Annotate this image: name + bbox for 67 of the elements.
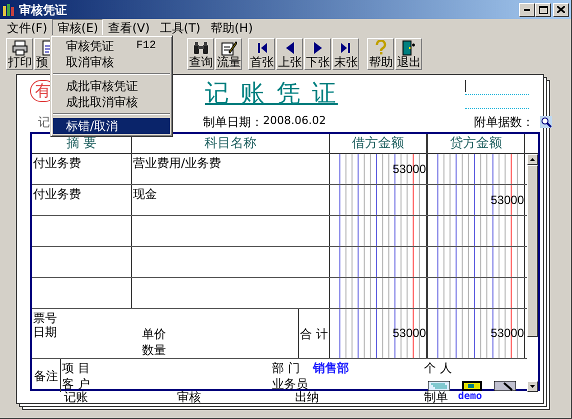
maker-name: demo [458, 391, 482, 403]
signature-label: 审核 [177, 391, 202, 403]
toolbar-button[interactable]: 下张 [304, 38, 331, 70]
toolbar-button[interactable]: 上张 [276, 38, 303, 70]
customer-label: 客 户 [61, 376, 91, 391]
summary-cell: 付业务费 [33, 156, 81, 170]
minimize-icon [524, 8, 530, 10]
scrollbar-track[interactable] [527, 154, 538, 392]
close-button[interactable] [553, 2, 569, 16]
signature-label: 制单 [424, 391, 448, 403]
toolbar-button[interactable]: 首张 [248, 38, 275, 70]
magnifier-icon[interactable] [540, 116, 552, 128]
date-value: 2008.06.02 [263, 113, 326, 130]
notes-label: 备注 [34, 368, 58, 384]
text-cursor [465, 80, 466, 92]
menu-item[interactable]: 查看(V) [103, 19, 155, 36]
menu-item[interactable]: 工具(T) [154, 19, 206, 36]
toolbar-button[interactable]: 打印 [6, 38, 33, 70]
date-label: 制单日期： [203, 114, 263, 130]
signature-label: 出纳 [295, 391, 320, 403]
scroll-thumb[interactable] [527, 165, 538, 337]
maximize-button[interactable] [535, 2, 551, 16]
minimize-button[interactable] [519, 2, 535, 16]
account-cell: 营业费用/业务费 [133, 156, 222, 170]
card-icon[interactable] [462, 381, 482, 391]
signature-label: 记账 [64, 391, 89, 403]
menu-item[interactable]: 帮助(H) [206, 19, 258, 36]
individual-label: 个 人 [424, 360, 453, 376]
scroll-up-button[interactable] [527, 154, 538, 165]
pen-icon[interactable] [494, 381, 516, 391]
down-arrow-icon [530, 385, 535, 388]
window-title: 审核凭证 [19, 4, 67, 16]
total-label: 合 计 [300, 326, 328, 342]
quantity-label: 数量 [142, 342, 166, 358]
list-icon[interactable] [428, 381, 450, 391]
binoculars-icon [192, 40, 208, 56]
toolbar-button[interactable]: 末张 [332, 38, 359, 70]
printer-icon [12, 40, 28, 56]
account-cell: 现金 [133, 187, 157, 201]
salesperson-label: 业务员 [272, 376, 309, 391]
toolbar-button[interactable]: 流量 [215, 38, 242, 70]
door-icon [400, 40, 416, 56]
toolbar-button[interactable]: 查询 [187, 38, 214, 70]
ticket-label: 票号 [33, 311, 57, 325]
up-arrow-icon [530, 158, 535, 161]
column-header: 贷方金额 [428, 134, 525, 153]
shortcut-label: F12 [136, 38, 156, 54]
toolbar-button[interactable]: 退出 [395, 38, 422, 70]
toolbar-button[interactable]: 帮助 [367, 38, 394, 70]
notepad-pencil-icon [220, 40, 236, 56]
department-value: 销售部 [312, 360, 349, 376]
unit-price-label: 单价 [142, 326, 166, 342]
menu-option[interactable]: 成批取消审核 [53, 94, 170, 110]
menu-option[interactable]: 成批审核凭证 [53, 78, 170, 94]
scroll-down-button[interactable] [527, 381, 538, 392]
maximize-icon [538, 6, 548, 14]
menu-item[interactable]: 文件(F) [2, 19, 52, 36]
summary-cell: 付业务费 [33, 187, 81, 201]
attachments-label: 附单据数： [474, 114, 534, 130]
close-icon [557, 6, 565, 13]
menu-option[interactable]: 标错/取消 [53, 118, 170, 134]
column-header: 借方金额 [330, 134, 428, 153]
department-label: 部 门 [272, 360, 300, 376]
voucher-type-label: 记 [38, 114, 50, 130]
voucher-title: 记 账 凭 证 [205, 80, 338, 106]
date-field-label: 日期 [33, 325, 57, 339]
project-label: 项 目 [61, 360, 91, 376]
